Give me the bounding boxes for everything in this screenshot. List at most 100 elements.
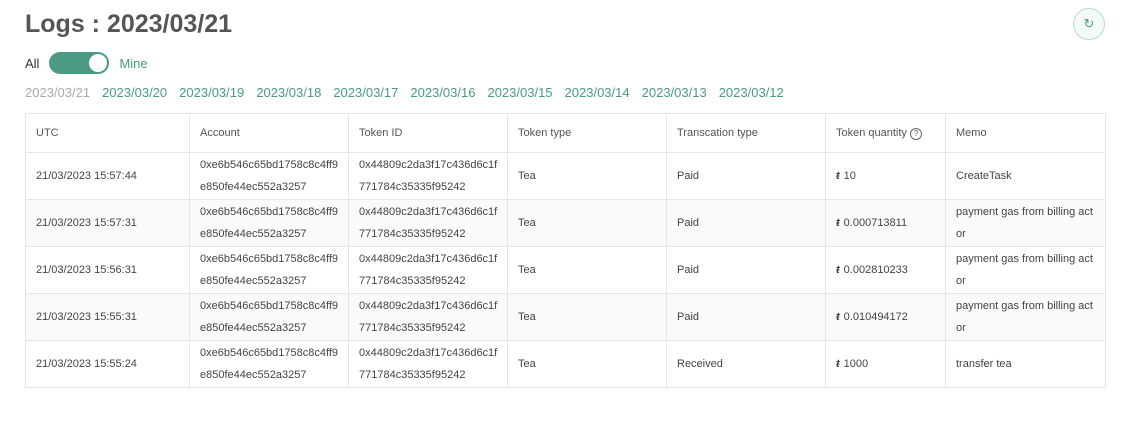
token-quantity-cell: ŧ 0.002810233	[825, 246, 946, 294]
table-row: 21/03/2023 15:55:31 0xe6b546c65bd1758c8c…	[25, 293, 1106, 341]
col-token-quantity-label: Token quantity	[836, 126, 907, 139]
token-symbol-icon: ŧ	[836, 358, 840, 370]
date-tab[interactable]: 2023/03/14	[565, 85, 630, 100]
transaction-type-cell: Paid	[666, 293, 826, 341]
token-id-line: 771784c35335f95242	[359, 369, 466, 381]
token-id-line: 771784c35335f95242	[359, 181, 466, 193]
token-id-line: 0x44809c2da3f17c436d6c1f	[359, 347, 498, 359]
date-tab[interactable]: 2023/03/20	[102, 85, 167, 100]
quantity-value: 0.010494172	[843, 311, 908, 323]
toggle-label-all[interactable]: All	[25, 56, 39, 71]
transaction-type-cell: Paid	[666, 152, 826, 200]
col-account: Account	[189, 113, 349, 153]
token-type-cell: Tea	[507, 293, 667, 341]
col-token-quantity: Token quantity?	[825, 113, 946, 153]
col-token-id: Token ID	[348, 113, 508, 153]
memo-cell: payment gas from billing actor	[945, 199, 1106, 247]
utc-cell: 21/03/2023 15:56:31	[25, 246, 190, 294]
token-type-cell: Tea	[507, 340, 667, 388]
account-cell: 0xe6b546c65bd1758c8c4ff9 e850fe44ec552a32…	[189, 340, 349, 388]
utc-cell: 21/03/2023 15:57:44	[25, 152, 190, 200]
table-row: 21/03/2023 15:57:44 0xe6b546c65bd1758c8c…	[25, 152, 1106, 200]
all-mine-toggle-row: All Mine	[25, 52, 148, 74]
account-line: e850fe44ec552a3257	[200, 322, 307, 334]
account-line: 0xe6b546c65bd1758c8c4ff9	[200, 253, 339, 265]
token-quantity-cell: ŧ 1000	[825, 340, 946, 388]
token-symbol-icon: ŧ	[836, 311, 840, 323]
account-line: 0xe6b546c65bd1758c8c4ff9	[200, 300, 339, 312]
memo-cell: payment gas from billing actor	[945, 246, 1106, 294]
memo-cell: payment gas from billing actor	[945, 293, 1106, 341]
token-id-cell: 0x44809c2da3f17c436d6c1f 771784c35335f952…	[348, 246, 508, 294]
date-tabs: 2023/03/21 2023/03/20 2023/03/19 2023/03/18…	[25, 85, 784, 100]
help-icon[interactable]: ?	[909, 127, 922, 140]
refresh-icon: ↻	[1083, 16, 1095, 31]
toggle-label-mine[interactable]: Mine	[119, 56, 147, 71]
refresh-button[interactable]: ↻	[1073, 8, 1105, 40]
token-id-cell: 0x44809c2da3f17c436d6c1f 771784c35335f952…	[348, 340, 508, 388]
transaction-type-cell: Paid	[666, 246, 826, 294]
quantity-value: 10	[843, 170, 856, 182]
token-id-line: 771784c35335f95242	[359, 275, 466, 287]
quantity-value: 0.000713811	[843, 217, 908, 229]
token-quantity-cell: ŧ 10	[825, 152, 946, 200]
token-id-line: 771784c35335f95242	[359, 228, 466, 240]
account-cell: 0xe6b546c65bd1758c8c4ff9 e850fe44ec552a32…	[189, 199, 349, 247]
table-row: 21/03/2023 15:57:31 0xe6b546c65bd1758c8c…	[25, 199, 1106, 247]
account-line: e850fe44ec552a3257	[200, 369, 307, 381]
col-memo: Memo	[945, 113, 1106, 153]
memo-cell: CreateTask	[945, 152, 1106, 200]
account-cell: 0xe6b546c65bd1758c8c4ff9 e850fe44ec552a32…	[189, 246, 349, 294]
col-transaction-type: Transcation type	[666, 113, 826, 153]
token-symbol-icon: ŧ	[836, 217, 840, 229]
utc-cell: 21/03/2023 15:55:24	[25, 340, 190, 388]
token-quantity-cell: ŧ 0.000713811	[825, 199, 946, 247]
col-utc: UTC	[25, 113, 190, 153]
token-id-cell: 0x44809c2da3f17c436d6c1f 771784c35335f952…	[348, 293, 508, 341]
account-line: 0xe6b546c65bd1758c8c4ff9	[200, 206, 339, 218]
account-cell: 0xe6b546c65bd1758c8c4ff9 e850fe44ec552a32…	[189, 152, 349, 200]
date-tab[interactable]: 2023/03/19	[179, 85, 244, 100]
switch-knob	[89, 54, 108, 72]
memo-cell: transfer tea	[945, 340, 1106, 388]
token-id-line: 771784c35335f95242	[359, 322, 466, 334]
date-tab[interactable]: 2023/03/21	[25, 85, 90, 100]
token-id-line: 0x44809c2da3f17c436d6c1f	[359, 300, 498, 312]
date-tab[interactable]: 2023/03/13	[642, 85, 707, 100]
logs-table: UTC Account Token ID Token type Transcat…	[25, 113, 1106, 388]
token-id-line: 0x44809c2da3f17c436d6c1f	[359, 253, 498, 265]
token-quantity-cell: ŧ 0.010494172	[825, 293, 946, 341]
token-type-cell: Tea	[507, 152, 667, 200]
col-token-type: Token type	[507, 113, 667, 153]
account-line: 0xe6b546c65bd1758c8c4ff9	[200, 159, 339, 171]
account-line: 0xe6b546c65bd1758c8c4ff9	[200, 347, 339, 359]
date-tab[interactable]: 2023/03/16	[410, 85, 475, 100]
token-id-cell: 0x44809c2da3f17c436d6c1f 771784c35335f952…	[348, 152, 508, 200]
token-id-line: 0x44809c2da3f17c436d6c1f	[359, 159, 498, 171]
account-line: e850fe44ec552a3257	[200, 181, 307, 193]
token-type-cell: Tea	[507, 199, 667, 247]
quantity-value: 0.002810233	[843, 264, 908, 276]
utc-cell: 21/03/2023 15:57:31	[25, 199, 190, 247]
token-id-line: 0x44809c2da3f17c436d6c1f	[359, 206, 498, 218]
utc-cell: 21/03/2023 15:55:31	[25, 293, 190, 341]
table-header-row: UTC Account Token ID Token type Transcat…	[25, 113, 1106, 153]
token-symbol-icon: ŧ	[836, 264, 840, 276]
token-id-cell: 0x44809c2da3f17c436d6c1f 771784c35335f952…	[348, 199, 508, 247]
table-row: 21/03/2023 15:55:24 0xe6b546c65bd1758c8c…	[25, 340, 1106, 388]
date-tab[interactable]: 2023/03/18	[256, 85, 321, 100]
transaction-type-cell: Received	[666, 340, 826, 388]
table-row: 21/03/2023 15:56:31 0xe6b546c65bd1758c8c…	[25, 246, 1106, 294]
transaction-type-cell: Paid	[666, 199, 826, 247]
token-symbol-icon: ŧ	[836, 170, 840, 182]
quantity-value: 1000	[843, 358, 869, 370]
account-line: e850fe44ec552a3257	[200, 228, 307, 240]
date-tab[interactable]: 2023/03/15	[487, 85, 552, 100]
date-tab[interactable]: 2023/03/12	[719, 85, 784, 100]
account-line: e850fe44ec552a3257	[200, 275, 307, 287]
page-title: Logs : 2023/03/21	[25, 10, 233, 38]
account-cell: 0xe6b546c65bd1758c8c4ff9 e850fe44ec552a32…	[189, 293, 349, 341]
token-type-cell: Tea	[507, 246, 667, 294]
date-tab[interactable]: 2023/03/17	[333, 85, 398, 100]
all-mine-switch[interactable]	[49, 52, 110, 74]
